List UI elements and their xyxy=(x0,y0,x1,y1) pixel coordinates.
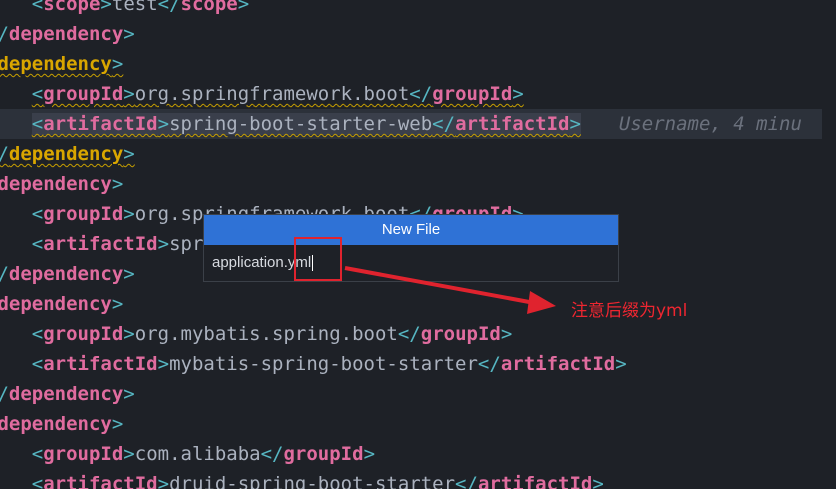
code-line[interactable]: <dependency> xyxy=(0,169,822,199)
code-line[interactable]: <artifactId>spring-boot-starter-web</art… xyxy=(0,109,822,139)
filename-input[interactable]: application.yml xyxy=(204,245,618,281)
code-content: <scope>test</scope> xyxy=(31,0,250,15)
code-line[interactable]: </dependency> xyxy=(0,379,822,409)
code-content: </dependency> xyxy=(0,143,135,165)
code-content: <dependency> xyxy=(0,413,124,435)
annotation-highlight-box xyxy=(294,237,342,281)
code-line[interactable]: <artifactId>druid-spring-boot-starter</a… xyxy=(0,469,822,489)
code-line[interactable]: <scope>test</scope> xyxy=(0,0,822,19)
code-content: </dependency> xyxy=(0,263,135,285)
code-line[interactable]: <groupId>com.alibaba</groupId> xyxy=(0,439,822,469)
git-blame-annotation: Username, 4 minu xyxy=(618,113,802,135)
dialog-title: New File xyxy=(204,215,618,245)
annotation-text: 注意后缀为yml xyxy=(571,301,688,321)
code-content: <groupId>com.alibaba</groupId> xyxy=(31,443,376,465)
code-content: </dependency> xyxy=(0,383,135,405)
code-line[interactable]: </dependency> xyxy=(0,19,822,49)
new-file-dialog: New File application.yml xyxy=(203,214,619,282)
code-content: <dependency> xyxy=(0,53,124,75)
code-content: <dependency> xyxy=(0,293,124,315)
code-line[interactable]: <groupId>org.springframework.boot</group… xyxy=(0,79,822,109)
code-content: <artifactId>spring-boot-starter-web</art… xyxy=(31,113,581,135)
code-content: <groupId>org.springframework.boot</group… xyxy=(31,83,524,105)
code-content: <dependency> xyxy=(0,173,124,195)
code-line[interactable]: <dependency> xyxy=(0,409,822,439)
code-content: <groupId>org.mybatis.spring.boot</groupI… xyxy=(31,323,513,345)
code-line[interactable]: <groupId>org.mybatis.spring.boot</groupI… xyxy=(0,319,822,349)
code-content: <artifactId>mybatis-spring-boot-starter<… xyxy=(31,353,627,375)
code-line[interactable]: <dependency> xyxy=(0,289,822,319)
code-line[interactable]: </dependency> xyxy=(0,139,822,169)
code-line[interactable]: <artifactId>mybatis-spring-boot-starter<… xyxy=(0,349,822,379)
code-content: <artifactId>druid-spring-boot-starter</a… xyxy=(31,473,604,489)
code-content: </dependency> xyxy=(0,23,135,45)
code-line[interactable]: <dependency> xyxy=(0,49,822,79)
